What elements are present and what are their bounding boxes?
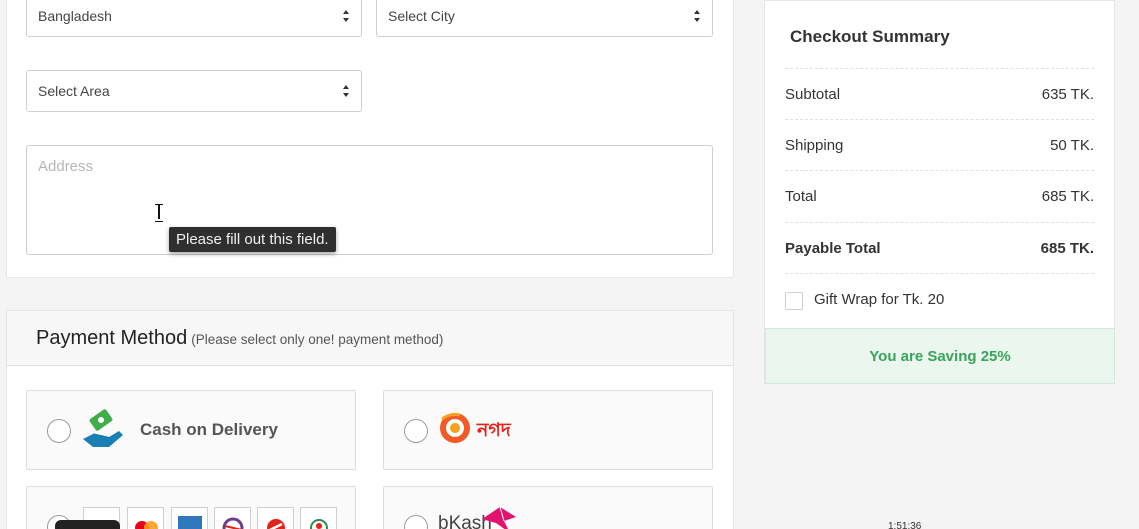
- nagad-label: নগদ: [477, 420, 511, 441]
- select-caret-icon: [343, 85, 350, 97]
- amex-icon: [171, 507, 208, 529]
- city-select-value: Select City: [388, 8, 455, 24]
- nagad-logo-icon: [440, 413, 470, 443]
- payment-method-header: Payment Method (Please select only one! p…: [6, 310, 734, 366]
- gift-wrap-label: Gift Wrap for Tk. 20: [814, 291, 945, 308]
- payment-option-nagad[interactable]: নগদ: [383, 390, 713, 470]
- select-caret-icon: [343, 10, 350, 22]
- area-select[interactable]: Select Area: [26, 70, 362, 112]
- payment-method-title: Payment Method (Please select only one! p…: [36, 327, 443, 350]
- nagad-radio[interactable]: [404, 419, 428, 443]
- cod-label: Cash on Delivery: [140, 420, 278, 439]
- summary-row-value: 635 TK.: [1041, 85, 1094, 103]
- validation-tooltip: Please fill out this field.: [169, 227, 336, 252]
- city-select[interactable]: Select City: [376, 0, 713, 37]
- summary-row-label: Payable Total: [785, 239, 881, 257]
- area-select-value: Select Area: [38, 83, 110, 99]
- video-timestamp: 1:51:36: [888, 521, 922, 529]
- country-select-value: Bangladesh: [38, 8, 112, 24]
- cash-hand-icon: [83, 409, 123, 447]
- summary-row-value: 685 TK.: [1040, 239, 1094, 257]
- summary-row-label: Subtotal: [785, 85, 841, 103]
- bkash-radio[interactable]: [404, 515, 428, 529]
- dbbl-icon: [214, 507, 251, 529]
- video-player-control[interactable]: [55, 520, 120, 529]
- bank-logo-icon: [300, 507, 337, 529]
- address-placeholder: Address: [38, 158, 94, 175]
- summary-row-subtotal: Subtotal 635 TK.: [785, 68, 1094, 119]
- select-caret-icon: [694, 10, 701, 22]
- summary-row-label: Total: [785, 187, 817, 205]
- payment-method-subtitle: (Please select only one! payment method): [191, 332, 444, 347]
- payment-title-text: Payment Method: [36, 327, 188, 349]
- summary-row-total: Total 685 TK.: [785, 170, 1094, 221]
- payment-option-cod[interactable]: Cash on Delivery: [26, 390, 356, 470]
- summary-row-value: 50 TK.: [1050, 136, 1094, 154]
- checkout-summary-title: Checkout Summary: [790, 27, 950, 46]
- saving-banner: You are Saving 25%: [765, 328, 1115, 384]
- country-select[interactable]: Bangladesh: [26, 0, 362, 37]
- rocket-icon: [257, 507, 294, 529]
- text-cursor-icon: [154, 204, 163, 222]
- summary-row-value: 685 TK.: [1041, 187, 1094, 205]
- summary-row-label: Shipping: [785, 136, 844, 154]
- payment-option-bkash[interactable]: bKash: [383, 486, 713, 529]
- summary-row-payable-total: Payable Total 685 TK.: [785, 222, 1094, 273]
- cod-radio[interactable]: [47, 419, 71, 443]
- mastercard-icon: [127, 507, 164, 529]
- gift-wrap-checkbox[interactable]: [785, 292, 803, 310]
- address-textarea[interactable]: Address: [26, 145, 713, 255]
- summary-row-shipping: Shipping 50 TK.: [785, 119, 1094, 170]
- bkash-bird-icon: [482, 506, 516, 529]
